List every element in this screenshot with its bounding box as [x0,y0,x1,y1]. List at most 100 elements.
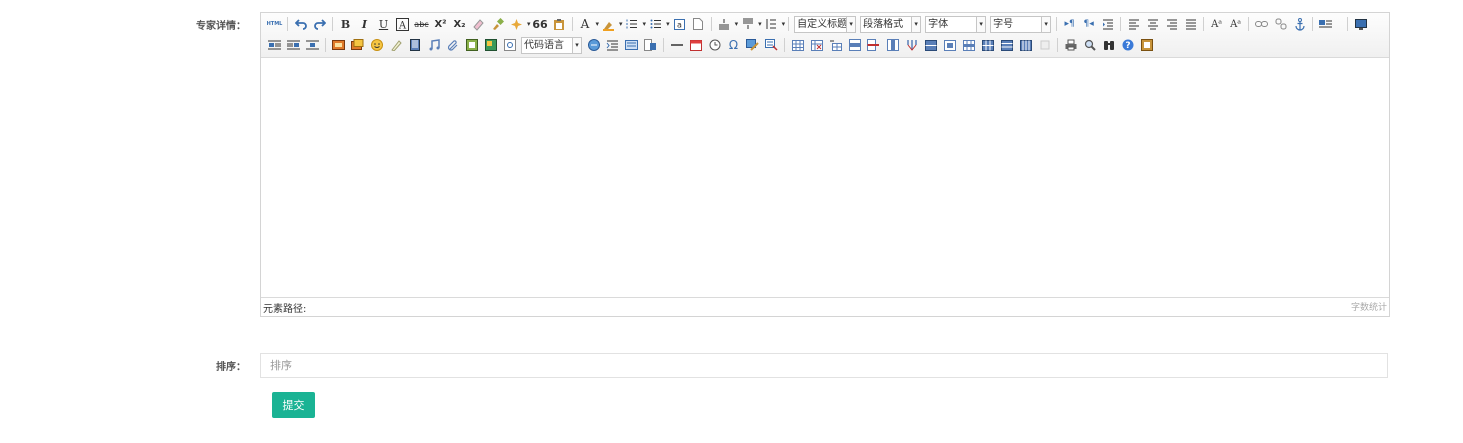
row-spacing-top-icon[interactable] [716,15,733,33]
fullscreen-icon[interactable] [1352,15,1369,33]
background-color-icon[interactable] [600,15,617,33]
dropdown-arrow-icon[interactable]: ▾ [643,20,647,28]
dropdown-arrow-icon[interactable]: ▾ [596,20,600,28]
page-break-icon[interactable] [585,36,602,54]
search-replace-icon[interactable] [763,36,780,54]
insert-col-icon[interactable] [884,36,901,54]
eraser-icon[interactable] [470,15,487,33]
code-language-select[interactable]: 代码语言 ▾ [521,36,582,54]
dropdown-arrow-icon[interactable]: ▾ [666,20,670,28]
special-chars-icon[interactable]: Ω [725,36,742,54]
font-border-icon[interactable]: A [394,15,411,33]
ltr-direction-icon[interactable]: ▸¶ [1061,15,1078,33]
chevron-down-icon[interactable]: ▾ [1041,16,1051,32]
align-center-icon[interactable] [1144,15,1161,33]
lowercase-icon[interactable]: Aᵃ [1227,15,1244,33]
chevron-down-icon[interactable]: ▾ [911,16,921,32]
paragraph-format-select[interactable]: 段落格式 ▾ [860,15,922,33]
anchor-icon[interactable] [1291,15,1308,33]
wordimage-icon[interactable] [744,36,761,54]
music-icon[interactable] [425,36,442,54]
select-all-icon[interactable]: a [671,15,688,33]
help-icon[interactable]: ? [1119,36,1136,54]
link-icon[interactable] [1253,15,1270,33]
subscript-icon[interactable]: X₂ [451,15,468,33]
print-icon[interactable] [1062,36,1079,54]
bold-icon[interactable]: B [337,15,354,33]
delete-table-icon[interactable] [808,36,825,54]
dropdown-arrow-icon[interactable]: ▾ [619,20,623,28]
date-icon[interactable] [687,36,704,54]
image-none-icon[interactable] [1317,15,1334,33]
align-left-icon[interactable] [1125,15,1142,33]
strikethrough-icon[interactable]: abc [413,15,430,33]
simple-upload-icon[interactable] [330,36,347,54]
chevron-down-icon[interactable]: ▾ [976,16,986,32]
align-justify-icon[interactable] [1182,15,1199,33]
auto-typeset-icon[interactable] [508,15,525,33]
submit-button[interactable]: 提交 [272,392,315,418]
split-to-rows-icon[interactable] [998,36,1015,54]
preview-icon[interactable] [1081,36,1098,54]
insert-video-icon[interactable] [406,36,423,54]
indent-icon[interactable] [1099,15,1116,33]
font-family-select[interactable]: 字体 ▾ [925,15,987,33]
chevron-down-icon[interactable]: ▾ [846,16,856,32]
word-image-icon[interactable] [642,36,659,54]
attachment-icon[interactable] [444,36,461,54]
dropdown-arrow-icon[interactable]: ▾ [758,20,762,28]
delete-col-icon[interactable] [903,36,920,54]
blockquote-icon[interactable]: 66 [532,15,549,33]
undo-icon[interactable] [292,15,309,33]
align-right-icon[interactable] [1163,15,1180,33]
custom-title-select[interactable]: 自定义标题 ▾ [794,15,857,33]
unordered-list-icon[interactable] [647,15,664,33]
insert-table-icon[interactable] [789,36,806,54]
redo-icon[interactable] [311,15,328,33]
template-icon[interactable] [604,36,621,54]
rtl-direction-icon[interactable]: ¶◂ [1080,15,1097,33]
font-color-icon[interactable]: A [577,15,594,33]
image-right-icon[interactable] [285,36,302,54]
unlink-icon[interactable] [1272,15,1289,33]
chevron-down-icon[interactable]: ▾ [572,37,581,53]
split-to-cols-icon[interactable] [1017,36,1034,54]
row-spacing-bottom-icon[interactable] [739,15,756,33]
editor-content-area[interactable] [261,58,1389,297]
dropdown-arrow-icon[interactable]: ▾ [527,20,531,28]
map-icon[interactable] [463,36,480,54]
line-height-icon[interactable] [763,15,780,33]
time-icon[interactable] [706,36,723,54]
dropdown-arrow-icon[interactable]: ▾ [735,20,739,28]
horizontal-rule-icon[interactable] [668,36,685,54]
split-to-cells-icon[interactable] [979,36,996,54]
scrawl-icon[interactable] [387,36,404,54]
delete-row-icon[interactable] [865,36,882,54]
merge-cells-icon[interactable] [922,36,939,54]
clear-document-icon[interactable] [690,15,707,33]
font-size-select[interactable]: 字号 ▾ [990,15,1052,33]
paste-plain-icon[interactable] [551,15,568,33]
sort-input[interactable] [260,353,1388,378]
emotion-icon[interactable] [368,36,385,54]
underline-icon[interactable]: U [375,15,392,33]
italic-icon[interactable]: I [356,15,373,33]
dropdown-arrow-icon[interactable]: ▾ [782,20,786,28]
background-icon[interactable] [623,36,640,54]
format-brush-icon[interactable] [489,15,506,33]
insert-row-icon[interactable] [846,36,863,54]
insert-frame-icon[interactable] [501,36,518,54]
insert-paragraph-before-table-icon[interactable] [827,36,844,54]
merge-right-icon[interactable] [941,36,958,54]
merge-down-icon[interactable] [960,36,977,54]
superscript-icon[interactable]: X² [432,15,449,33]
ordered-list-icon[interactable] [624,15,641,33]
drafts-icon[interactable] [1138,36,1155,54]
source-code-icon[interactable]: HTML [266,15,283,33]
insert-image-icon[interactable] [349,36,366,54]
image-center-icon[interactable] [304,36,321,54]
image-left-icon[interactable] [266,36,283,54]
binoculars-icon[interactable] [1100,36,1117,54]
uppercase-icon[interactable]: Aᵃ [1208,15,1225,33]
gmap-icon[interactable] [482,36,499,54]
